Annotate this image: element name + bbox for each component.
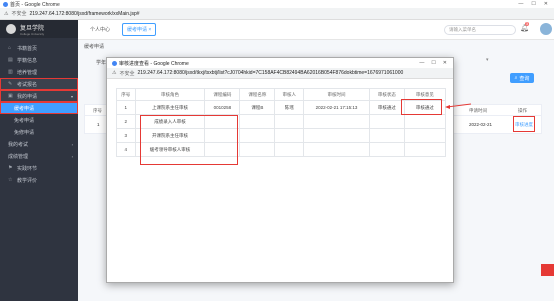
- chevron-down-icon[interactable]: ▾: [486, 57, 496, 65]
- minimize-icon[interactable]: —: [419, 60, 424, 66]
- close-tab-icon[interactable]: ×: [148, 27, 151, 33]
- arrow-icon: [445, 103, 472, 109]
- row-time: 2022-02-21: [469, 122, 493, 127]
- browser-title-bar: 首页 - Google Chrome — ☐ ✕: [0, 0, 554, 8]
- col-seq: 序号: [116, 88, 136, 101]
- book-icon: ▥: [8, 69, 13, 75]
- header-op: 操作: [518, 108, 527, 113]
- id-card-icon: ▤: [8, 57, 13, 63]
- search-icon: ⌕: [514, 75, 518, 81]
- browser-title: 首页 - Google Chrome: [10, 1, 60, 8]
- url-text[interactable]: 219.247.64.172:8080/jsxd/framework/xxMai…: [30, 11, 140, 17]
- pending-roles-highlight: [140, 115, 238, 165]
- table-row: 1 上课院系主任审核 0010258 课程B 陈瑶 2022-02-21 17:…: [116, 100, 447, 115]
- minimize-icon[interactable]: —: [518, 1, 523, 7]
- col-reviewer: 审核人: [274, 88, 305, 101]
- tab-personal-center[interactable]: 个人中心: [86, 24, 114, 35]
- col-review-time: 审核时间: [303, 88, 370, 101]
- chevron-right-icon: ›: [71, 141, 73, 147]
- side-widget[interactable]: [541, 264, 554, 276]
- maximize-icon[interactable]: ☐: [431, 60, 435, 66]
- avatar[interactable]: [540, 23, 552, 35]
- maximize-icon[interactable]: ☐: [531, 1, 535, 7]
- warning-icon: ⚠: [4, 10, 9, 17]
- flag-icon: ⚑: [8, 165, 13, 171]
- col-status: 审核状态: [368, 88, 405, 101]
- col-role: 审核角色: [134, 88, 206, 101]
- modal-title: 审核进度查看 - Google Chrome: [119, 60, 189, 67]
- page-title: 缓考申请: [84, 44, 105, 50]
- star-icon: ☆: [8, 177, 13, 183]
- audit-progress-window: 审核进度查看 - Google Chrome — ☐ ✕ ⚠ 不安全 219.2…: [106, 57, 472, 283]
- chevron-right-icon: ›: [71, 153, 73, 159]
- sidebar-item-grades[interactable]: 成绩管理 ›: [0, 150, 78, 162]
- folder-icon: ▣: [8, 93, 13, 99]
- header-seq: 序号: [93, 108, 102, 113]
- sidebar-item-practice[interactable]: ⚑ 实践环节: [0, 162, 78, 174]
- sidebar-item-my-applications[interactable]: ▣ 我的申请 ▾: [0, 90, 78, 102]
- logo: 复旦学院 College University: [0, 20, 78, 38]
- row-seq: 1: [97, 122, 100, 127]
- logo-name: 复旦学院: [20, 24, 45, 32]
- modal-url-text[interactable]: 219.247.64.172:8080/jsxd/tkxj/tsxbtj/lis…: [138, 70, 404, 76]
- top-bar: 个人中心 缓考申请 × 请输入菜单名 🔔︎ 3: [78, 20, 554, 40]
- warning-icon: ⚠: [112, 70, 117, 76]
- insecure-label: 不安全: [11, 11, 27, 17]
- logo-subtitle: College University: [20, 31, 45, 36]
- chrome-icon: [3, 1, 8, 7]
- close-icon[interactable]: ✕: [443, 60, 447, 66]
- sidebar-item-defer-exam[interactable]: 缓考申请: [0, 102, 78, 114]
- opinion-highlight: [401, 99, 442, 115]
- sidebar-item-exam-signup[interactable]: ✎ 考试报名: [0, 78, 78, 90]
- sidebar-item-training[interactable]: ▥ 培养管理: [0, 66, 78, 78]
- query-button[interactable]: ⌕ 查询: [510, 73, 534, 83]
- sidebar-item-exempt-course[interactable]: 免修申请: [0, 126, 78, 138]
- modal-title-bar: 审核进度查看 - Google Chrome — ☐ ✕: [107, 58, 453, 68]
- home-icon: ⌂: [8, 45, 12, 51]
- sidebar-item-home[interactable]: ⌂ 书籍首页: [0, 42, 78, 54]
- highlight-box: [513, 116, 535, 132]
- col-course-code: 课程编码: [204, 88, 241, 101]
- insecure-label: 不安全: [119, 70, 135, 77]
- modal-address-bar[interactable]: ⚠ 不安全 219.247.64.172:8080/jsxd/tkxj/tsxb…: [107, 68, 453, 79]
- year-filter-label: 学年: [96, 60, 107, 66]
- close-icon[interactable]: ✕: [544, 1, 548, 7]
- edit-icon: ✎: [8, 81, 13, 87]
- sidebar-item-exempt-exam[interactable]: 免考申请: [0, 114, 78, 126]
- table-header: 序号 审核角色 课程编码 课程名称 审核人 审核时间 审核状态 审核意见: [116, 88, 447, 101]
- bell-icon[interactable]: 🔔︎ 3: [520, 22, 529, 32]
- address-bar[interactable]: ⚠ 不安全 219.247.64.172:8080/jsxd/framework…: [0, 8, 554, 20]
- col-course-name: 课程名称: [239, 88, 276, 101]
- sidebar-item-my-exams[interactable]: 我的考试 ›: [0, 138, 78, 150]
- chrome-icon: [112, 60, 117, 66]
- sidebar-item-status[interactable]: ▤ 学籍信息: [0, 54, 78, 66]
- tab-defer-exam[interactable]: 缓考申请 ×: [122, 23, 157, 36]
- sidebar: 复旦学院 College University ⌂ 书籍首页 ▤ 学籍信息 ▥ 培养管…: [0, 20, 78, 301]
- sidebar-item-evaluation[interactable]: ☆ 教学评价: [0, 174, 78, 186]
- logo-badge-icon: [6, 24, 16, 34]
- chevron-down-icon: ▾: [70, 93, 73, 99]
- notification-count: 3: [525, 22, 529, 26]
- menu-search-input[interactable]: 请输入菜单名: [444, 25, 516, 35]
